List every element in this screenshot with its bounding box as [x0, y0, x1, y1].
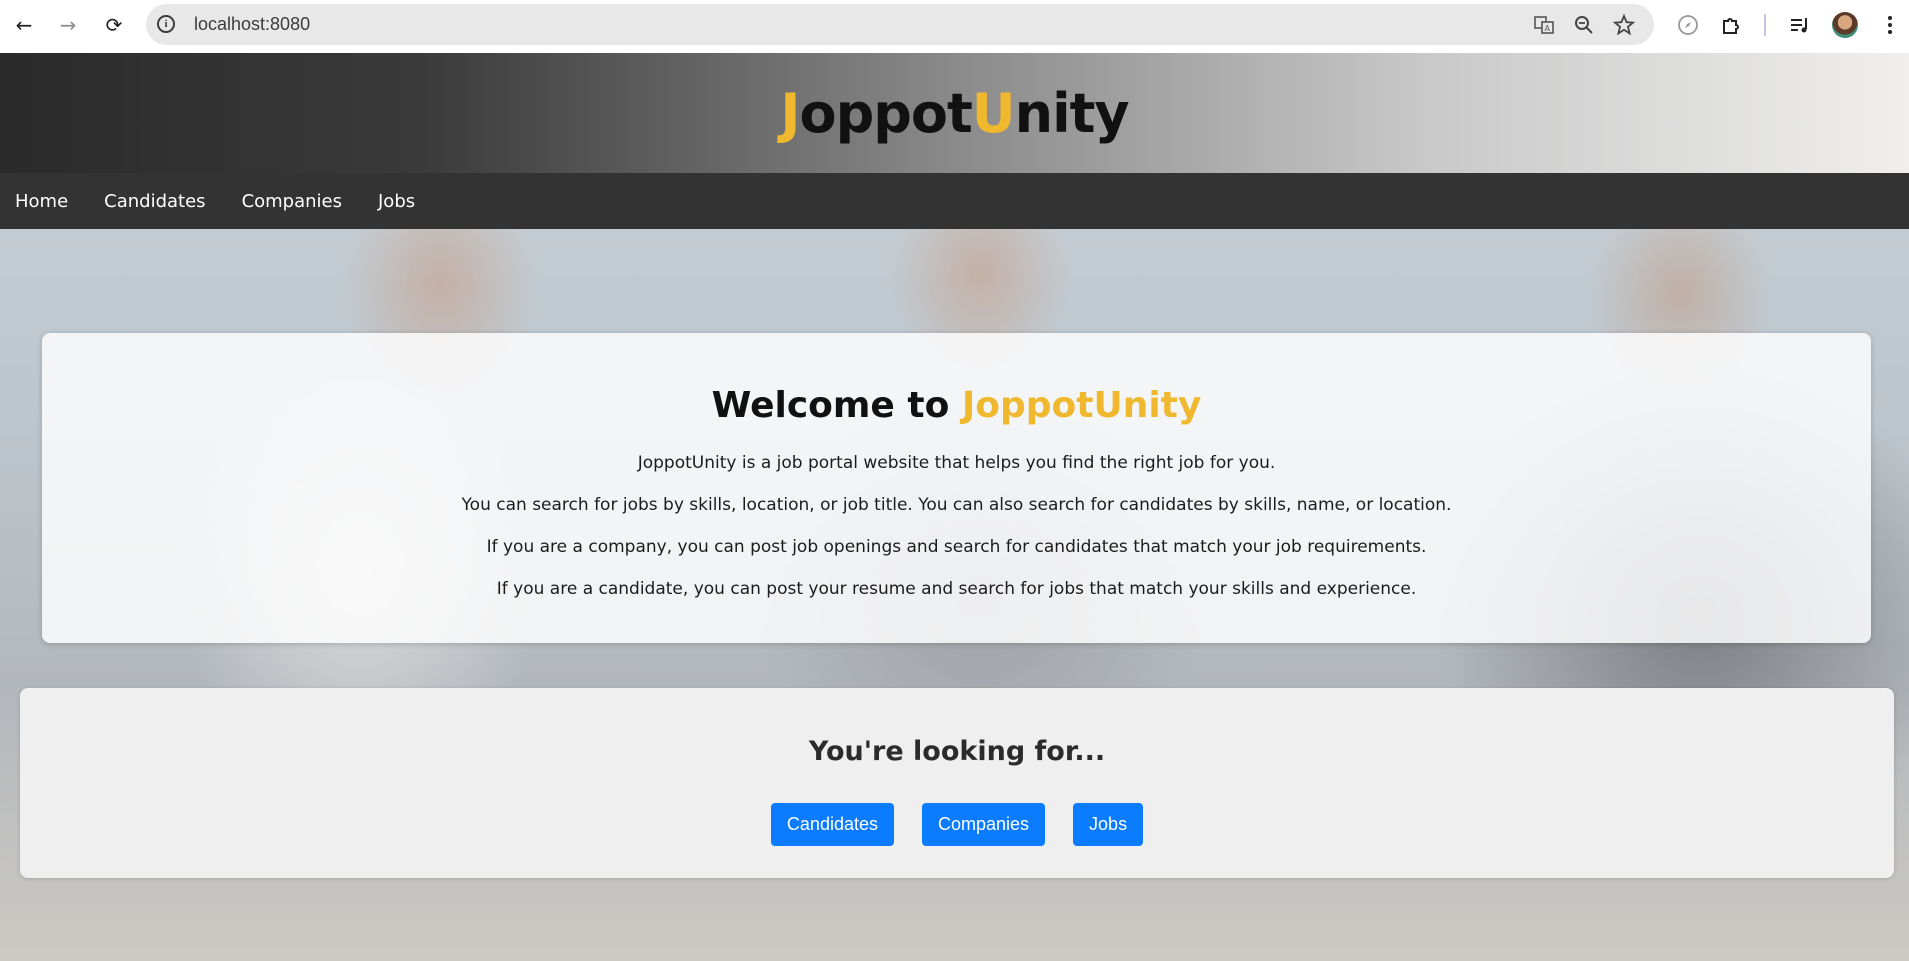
looking-for-card: You're looking for... Candidates Compani… [20, 688, 1894, 878]
welcome-card: Welcome to JoppotUnity JoppotUnity is a … [42, 333, 1871, 643]
welcome-paragraph: You can search for jobs by skills, locat… [461, 495, 1452, 515]
welcome-title-prefix: Welcome to [711, 385, 950, 426]
svg-text:A: A [1545, 24, 1551, 33]
candidates-button[interactable]: Candidates [770, 803, 894, 846]
url-text[interactable]: localhost:8080 [194, 14, 310, 35]
logo-text-nity: nity [1014, 81, 1130, 145]
reload-icon[interactable]: ⟳ [101, 12, 127, 38]
compass-icon[interactable] [1674, 11, 1702, 39]
companies-button[interactable]: Companies [922, 803, 1046, 846]
site-header: JoppotUnity [0, 53, 1909, 173]
welcome-title-brand: JoppotUnity [961, 385, 1202, 426]
looking-for-title: You're looking for... [808, 736, 1106, 767]
site-logo[interactable]: JoppotUnity [780, 81, 1130, 145]
welcome-paragraph: If you are a company, you can post job o… [486, 537, 1427, 557]
forward-icon[interactable]: → [55, 12, 81, 38]
translate-icon[interactable]: A [1532, 13, 1556, 37]
reading-list-icon[interactable] [1786, 11, 1814, 39]
address-bar[interactable]: i localhost:8080 A [146, 4, 1654, 45]
jobs-button[interactable]: Jobs [1073, 803, 1144, 846]
main-navbar: Home Candidates Companies Jobs [0, 173, 1909, 229]
logo-letter-j: J [780, 81, 800, 145]
welcome-paragraph: If you are a candidate, you can post you… [496, 579, 1417, 599]
web-page: JoppotUnity Home Candidates Companies Jo… [0, 53, 1909, 961]
extensions-icon[interactable] [1718, 11, 1746, 39]
browser-toolbar: ← → ⟳ i localhost:8080 A [0, 0, 1909, 53]
logo-letter-u: U [971, 81, 1016, 145]
nav-jobs-link[interactable]: Jobs [378, 191, 415, 212]
welcome-paragraph: JoppotUnity is a job portal website that… [637, 453, 1276, 473]
nav-candidates-link[interactable]: Candidates [104, 191, 205, 212]
logo-text-oppot: oppot [799, 81, 972, 145]
back-icon[interactable]: ← [11, 12, 37, 38]
toolbar-divider [1764, 14, 1766, 36]
zoom-icon[interactable] [1572, 13, 1596, 37]
welcome-title: Welcome to JoppotUnity [42, 385, 1871, 426]
nav-home-link[interactable]: Home [15, 191, 68, 212]
looking-for-buttons: Candidates Companies Jobs [20, 803, 1894, 846]
site-info-icon[interactable]: i [157, 15, 175, 33]
more-menu-icon[interactable] [1876, 11, 1904, 39]
nav-companies-link[interactable]: Companies [242, 191, 342, 212]
profile-avatar[interactable] [1832, 12, 1858, 38]
bookmark-star-icon[interactable] [1612, 13, 1636, 37]
